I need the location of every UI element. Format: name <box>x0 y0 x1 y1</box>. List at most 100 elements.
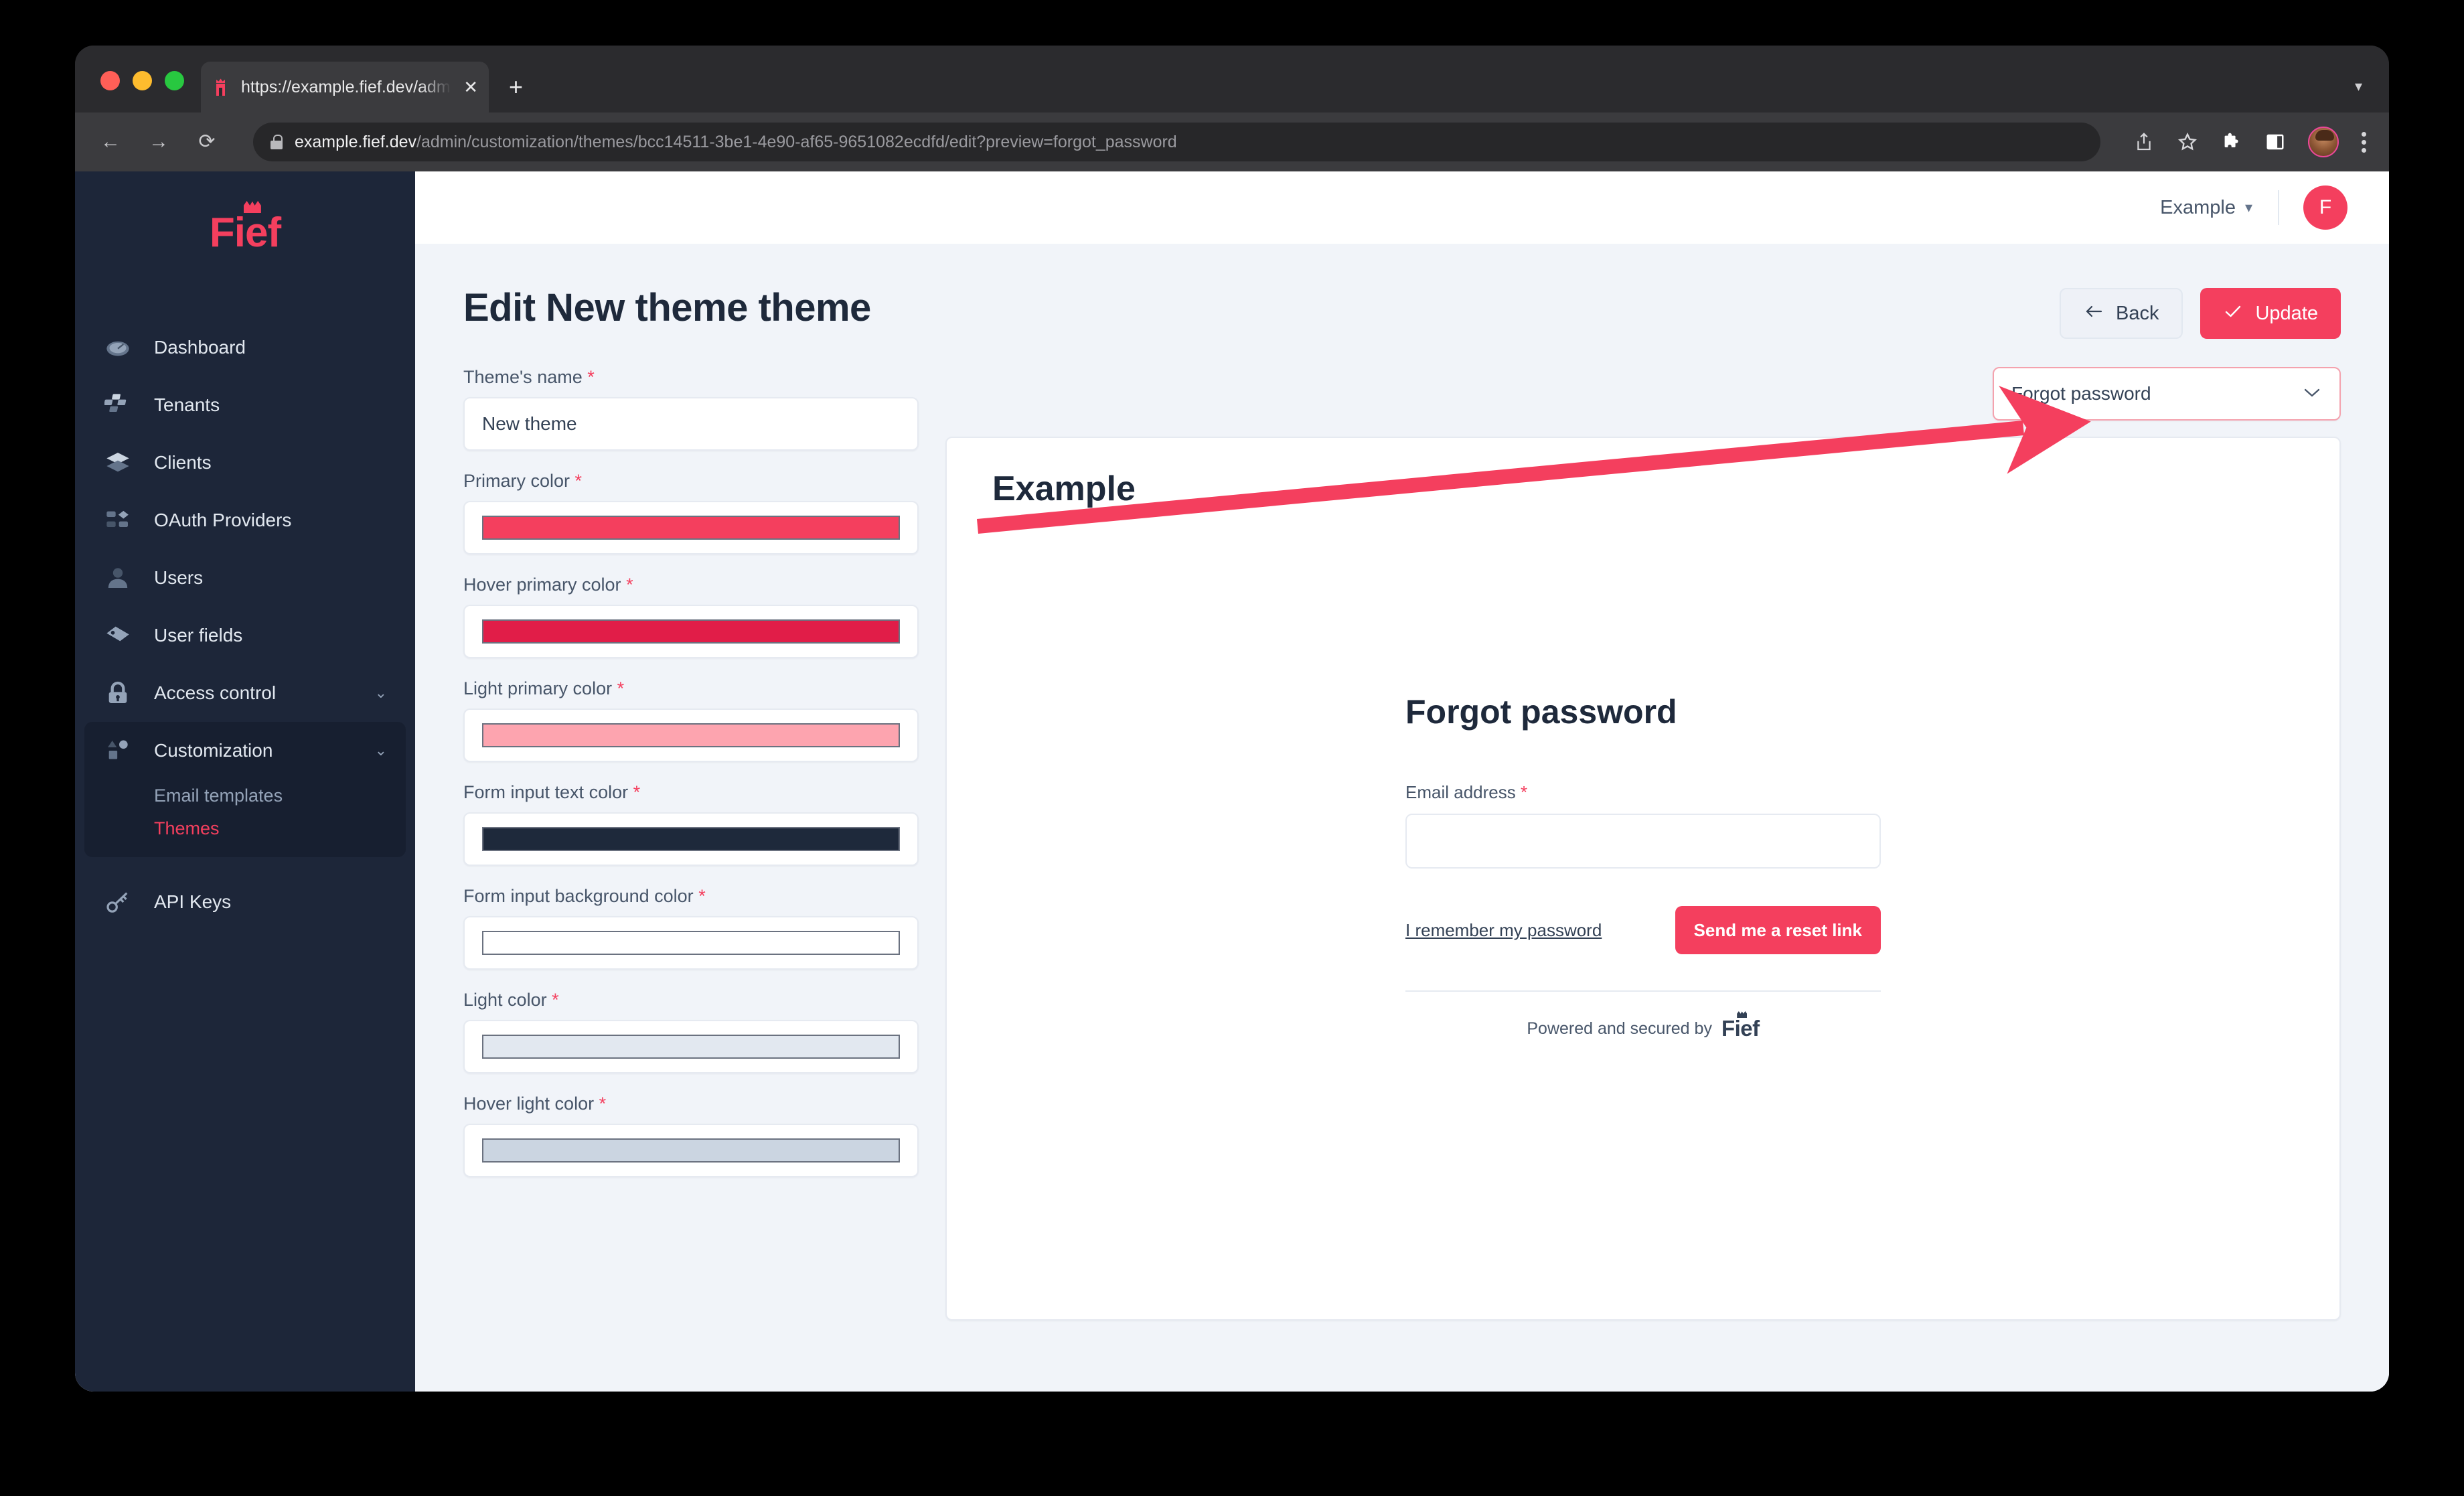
sidebar-item-label: API Keys <box>154 891 232 912</box>
sidebar-item-api-keys[interactable]: API Keys <box>84 873 406 931</box>
url-host: example.fief.dev <box>295 132 417 151</box>
editor-columns: Theme's name * New theme Primary color *… <box>463 367 2341 1321</box>
sidebar-item-themes[interactable]: Themes <box>84 812 406 845</box>
light-primary-color-input[interactable] <box>463 708 919 762</box>
kebab-menu-icon[interactable] <box>2362 131 2366 153</box>
shapes-icon <box>103 736 133 765</box>
color-swatch <box>482 827 900 851</box>
minimize-window-button[interactable] <box>133 71 152 90</box>
sidebar-item-user-fields[interactable]: User fields <box>84 607 406 664</box>
send-reset-link-button[interactable]: Send me a reset link <box>1675 906 1881 954</box>
arrow-left-icon <box>2084 303 2104 325</box>
required-marker: * <box>698 886 706 906</box>
main-area: Example ▾ F Edit New theme theme Back Up… <box>415 171 2389 1392</box>
preview-footer: Powered and secured by Fief <box>1405 1011 1881 1041</box>
avatar[interactable]: F <box>2303 185 2347 230</box>
required-marker: * <box>617 678 625 698</box>
sidebar-item-label: Access control <box>154 682 277 703</box>
form-input-background-color-input[interactable] <box>463 916 919 970</box>
sidebar-item-clients[interactable]: Clients <box>84 434 406 492</box>
sidebar-item-users[interactable]: Users <box>84 549 406 607</box>
close-icon[interactable]: ✕ <box>459 78 478 96</box>
sidebar-item-oauth-providers[interactable]: OAuth Providers <box>84 492 406 549</box>
hover-primary-color-input[interactable] <box>463 605 919 658</box>
color-swatch <box>482 619 900 644</box>
preview-page-select[interactable]: Forgot password <box>1993 367 2341 421</box>
field-form-input-background-color: Form input background color * <box>463 886 919 970</box>
topbar-divider <box>2278 190 2279 225</box>
arrow-left-icon[interactable]: ← <box>98 132 123 152</box>
required-marker: * <box>574 471 583 491</box>
field-primary-color: Primary color * <box>463 471 919 554</box>
reload-icon[interactable]: ⟳ <box>194 132 220 152</box>
sidebar-item-label: OAuth Providers <box>154 510 292 530</box>
color-swatch <box>482 1138 900 1163</box>
lock-icon <box>103 678 133 708</box>
speedometer-icon <box>103 333 133 362</box>
page-content: Edit New theme theme Back Update Theme's… <box>415 244 2389 1392</box>
primary-color-input[interactable] <box>463 501 919 554</box>
app-viewport: Fief Dashboard Tenants Clients OAuth Pro… <box>75 171 2389 1392</box>
theme-preview-frame: Example Forgot password Email address * … <box>945 437 2341 1321</box>
themes-name-input[interactable]: New theme <box>463 397 919 451</box>
form-input-text-color-input[interactable] <box>463 812 919 866</box>
preview-email-input[interactable] <box>1405 814 1881 869</box>
field-light-color: Light color * <box>463 990 919 1073</box>
sidebar-item-label: Tenants <box>154 394 220 415</box>
back-button[interactable]: Back <box>2060 288 2183 339</box>
remember-password-link[interactable]: I remember my password <box>1405 920 1602 941</box>
field-label: Light color * <box>463 990 559 1010</box>
required-marker: * <box>626 575 633 595</box>
address-bar[interactable]: example.fief.dev/admin/customization/the… <box>253 123 2100 161</box>
browser-tab-strip: https://example.fief.dev/admin/ ✕ + ▾ <box>75 46 2389 113</box>
hover-light-color-input[interactable] <box>463 1124 919 1177</box>
field-label: Form input background color * <box>463 886 706 906</box>
tenant-selector[interactable]: Example ▾ <box>2160 197 2278 219</box>
blocks-icon <box>103 390 133 420</box>
browser-tab[interactable]: https://example.fief.dev/admin/ ✕ <box>201 62 489 113</box>
sidebar-item-access-control[interactable]: Access control ⌄ <box>84 664 406 722</box>
preview-divider <box>1405 990 1881 992</box>
update-button[interactable]: Update <box>2200 288 2341 339</box>
browser-tab-title: https://example.fief.dev/admin/ <box>241 77 452 96</box>
sidebar-item-customization[interactable]: Customization ⌄ <box>84 722 406 779</box>
fief-logo[interactable]: Fief <box>75 201 415 269</box>
light-color-input[interactable] <box>463 1020 919 1073</box>
required-marker: * <box>552 990 559 1010</box>
star-icon[interactable] <box>2177 131 2198 153</box>
field-label: Primary color * <box>463 471 583 491</box>
side-panel-icon[interactable] <box>2265 132 2285 152</box>
preview-brand: Example <box>992 469 1136 508</box>
field-form-input-text-color: Form input text color * <box>463 782 919 866</box>
field-label: Hover primary color * <box>463 575 633 595</box>
chevron-down-icon <box>2302 384 2322 403</box>
app-topbar: Example ▾ F <box>415 171 2389 244</box>
field-hover-light-color: Hover light color * <box>463 1094 919 1177</box>
chevron-down-icon[interactable]: ⌄ <box>375 742 387 759</box>
new-tab-button[interactable]: + <box>509 75 523 99</box>
sidebar-item-email-templates[interactable]: Email templates <box>84 779 406 812</box>
close-window-button[interactable] <box>100 71 120 90</box>
preview-form: Forgot password Email address * I rememb… <box>1405 692 1881 1041</box>
chevron-down-icon[interactable]: ▾ <box>2355 78 2362 95</box>
arrow-right-icon[interactable]: → <box>146 132 171 152</box>
window-controls[interactable] <box>100 71 184 90</box>
share-icon[interactable] <box>2134 131 2154 153</box>
chevron-down-icon: ▾ <box>2244 199 2252 216</box>
person-icon <box>103 563 133 593</box>
sidebar-item-dashboard[interactable]: Dashboard <box>84 319 406 376</box>
maximize-window-button[interactable] <box>165 71 184 90</box>
sidebar-item-label: Dashboard <box>154 337 246 358</box>
profile-avatar-icon[interactable] <box>2308 127 2339 157</box>
key-icon <box>103 887 133 917</box>
chevron-down-icon[interactable]: ⌄ <box>375 684 387 702</box>
extensions-puzzle-icon[interactable] <box>2221 131 2242 153</box>
shapes-grid-icon <box>103 506 133 535</box>
page-actions: Back Update <box>2060 288 2341 339</box>
sidebar-item-label: Users <box>154 567 204 588</box>
sidebar-item-tenants[interactable]: Tenants <box>84 376 406 434</box>
page-header: Edit New theme theme Back Update <box>463 285 2341 339</box>
color-swatch <box>482 516 900 540</box>
required-marker: * <box>587 367 595 387</box>
required-marker: * <box>599 1094 607 1114</box>
